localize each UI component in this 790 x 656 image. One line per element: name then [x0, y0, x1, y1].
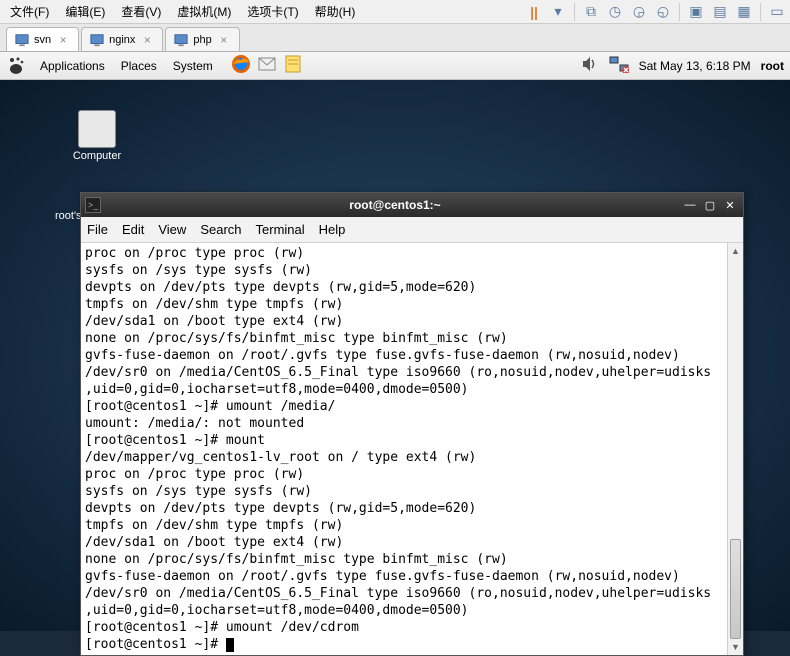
- menu-applications[interactable]: Applications: [32, 57, 113, 75]
- gnome-panel: Applications Places System Sat May 13, 6…: [0, 52, 790, 80]
- menu-places[interactable]: Places: [113, 57, 165, 75]
- terminal-menubar: File Edit View Search Terminal Help: [81, 217, 743, 243]
- network-icon[interactable]: [609, 55, 629, 76]
- terminal-window: >_ root@centos1:~ — ▢ ✕ File Edit View S…: [80, 192, 744, 656]
- maximize-icon[interactable]: ▢: [701, 197, 719, 213]
- host-toolbar: || ▾ ⧉ ◷ ◶ ◵ ▣ ▤ ▦ ▭: [523, 1, 788, 23]
- vm-icon: [90, 33, 104, 47]
- terminal-icon: >_: [85, 197, 101, 213]
- scroll-up-icon[interactable]: ▲: [728, 243, 743, 259]
- terminal-cursor: [226, 638, 234, 652]
- snapshot-mgr-icon[interactable]: ◵: [652, 1, 674, 23]
- close-icon[interactable]: ✕: [721, 197, 739, 213]
- fullscreen-icon[interactable]: ▣: [685, 1, 707, 23]
- firefox-icon[interactable]: [231, 54, 251, 77]
- console-icon[interactable]: ▦: [733, 1, 755, 23]
- host-menu-edit[interactable]: 编辑(E): [57, 1, 113, 22]
- computer-icon: [78, 110, 116, 148]
- minimize-icon[interactable]: —: [681, 197, 699, 213]
- tab-svn[interactable]: svn ×: [6, 27, 79, 51]
- terminal-titlebar[interactable]: >_ root@centos1:~ — ▢ ✕: [81, 193, 743, 217]
- vm-icon: [15, 33, 29, 47]
- tab-label: php: [193, 34, 211, 46]
- host-tab-bar: svn × nginx × php ×: [0, 24, 790, 52]
- close-icon[interactable]: ×: [140, 33, 154, 47]
- snapshot-revert-icon[interactable]: ◶: [628, 1, 650, 23]
- snapshot-icon[interactable]: ◷: [604, 1, 626, 23]
- panel-clock[interactable]: Sat May 13, 6:18 PM: [639, 59, 751, 73]
- tab-label: svn: [34, 34, 51, 46]
- host-menu-view[interactable]: 查看(V): [113, 1, 169, 22]
- scroll-down-icon[interactable]: ▼: [728, 639, 743, 655]
- host-menu-help[interactable]: 帮助(H): [307, 1, 364, 22]
- desktop-icon-label: Computer: [62, 150, 132, 162]
- host-menu-tabs[interactable]: 选项卡(T): [239, 1, 306, 22]
- panel-user[interactable]: root: [761, 59, 784, 73]
- gnome-foot-icon[interactable]: [6, 56, 26, 76]
- host-menu-vm[interactable]: 虚拟机(M): [169, 1, 239, 22]
- term-menu-search[interactable]: Search: [200, 222, 241, 237]
- pause-icon[interactable]: ||: [523, 1, 545, 23]
- unity-icon[interactable]: ▤: [709, 1, 731, 23]
- close-icon[interactable]: ×: [217, 33, 231, 47]
- library-icon[interactable]: ▭: [766, 1, 788, 23]
- term-menu-view[interactable]: View: [158, 222, 186, 237]
- tab-label: nginx: [109, 34, 135, 46]
- desktop[interactable]: Computer root's Home >_ root@centos1:~ —…: [0, 80, 790, 631]
- tab-nginx[interactable]: nginx ×: [81, 27, 163, 51]
- term-menu-file[interactable]: File: [87, 222, 108, 237]
- send-cad-icon[interactable]: ⧉: [580, 1, 602, 23]
- vm-icon: [174, 33, 188, 47]
- terminal-body[interactable]: proc on /proc type proc (rw) sysfs on /s…: [81, 243, 727, 655]
- terminal-scrollbar[interactable]: ▲ ▼: [727, 243, 743, 655]
- desktop-icon-computer[interactable]: Computer: [62, 110, 132, 162]
- notes-icon[interactable]: [283, 54, 303, 77]
- scrollbar-thumb[interactable]: [730, 539, 741, 639]
- terminal-title: root@centos1:~: [109, 198, 681, 212]
- dropdown-icon[interactable]: ▾: [547, 1, 569, 23]
- evolution-icon[interactable]: [257, 54, 277, 77]
- volume-icon[interactable]: [581, 55, 599, 76]
- tab-php[interactable]: php ×: [165, 27, 239, 51]
- term-menu-edit[interactable]: Edit: [122, 222, 144, 237]
- host-menubar: 文件(F) 编辑(E) 查看(V) 虚拟机(M) 选项卡(T) 帮助(H) ||…: [0, 0, 790, 24]
- host-menu-file[interactable]: 文件(F): [2, 1, 57, 22]
- close-icon[interactable]: ×: [56, 33, 70, 47]
- term-menu-terminal[interactable]: Terminal: [256, 222, 305, 237]
- term-menu-help[interactable]: Help: [319, 222, 346, 237]
- menu-system[interactable]: System: [165, 57, 221, 75]
